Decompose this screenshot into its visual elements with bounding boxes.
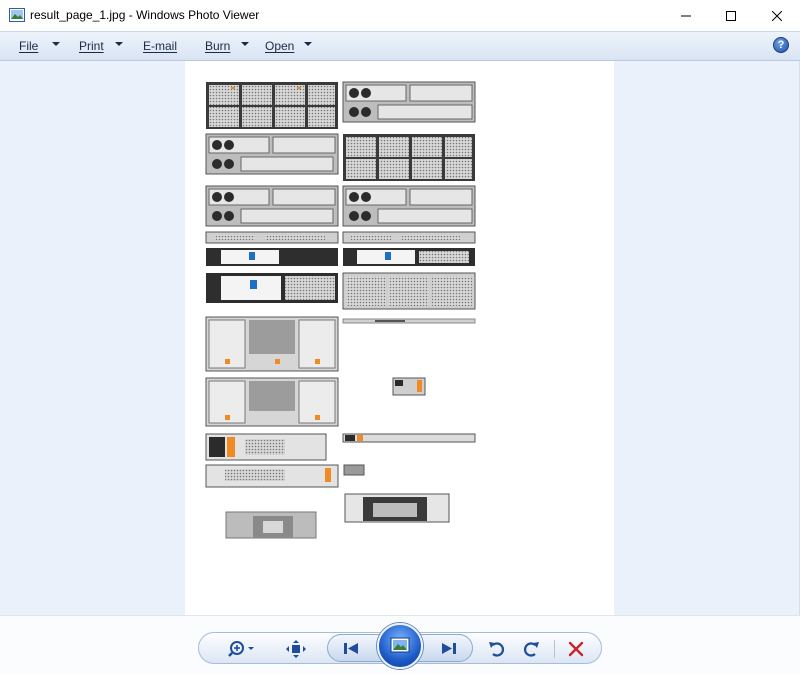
transceiver-closeup-a <box>225 511 317 539</box>
bottom-toolbar <box>0 615 800 674</box>
previous-icon <box>344 643 358 654</box>
slideshow-icon <box>390 637 410 653</box>
chassis-1u-strip-b <box>342 231 476 244</box>
actual-size-icon <box>286 640 306 658</box>
help-icon: ? <box>777 39 785 51</box>
minimize-button[interactable] <box>663 0 709 31</box>
controller-module-b <box>205 464 339 488</box>
chassis-1u-strip-a <box>205 231 339 244</box>
maximize-icon <box>726 10 736 21</box>
chassis-rear-2u-c <box>342 81 476 123</box>
controller-module-a <box>205 433 327 461</box>
window-title: result_page_1.jpg - Windows Photo Viewer <box>30 8 260 22</box>
image-viewer-area <box>0 61 800 615</box>
switch-1u <box>342 433 476 443</box>
chassis-front-4u-b <box>343 134 475 181</box>
zoom-button[interactable] <box>226 638 258 660</box>
file-dropdown-arrow-icon[interactable] <box>52 42 60 46</box>
drive-shelf-3bay <box>342 272 476 310</box>
next-icon <box>442 643 456 654</box>
displayed-image[interactable] <box>185 61 614 615</box>
menu-open[interactable]: Open <box>265 38 294 54</box>
menu-email[interactable]: E-mail <box>143 38 177 54</box>
slideshow-button[interactable] <box>377 623 423 669</box>
chassis-rear-4u-a <box>205 316 339 372</box>
menu-print[interactable]: Print <box>79 38 104 54</box>
chassis-rear-4u-b <box>205 377 339 427</box>
delete-icon <box>568 641 584 657</box>
minimize-icon <box>681 15 691 16</box>
rotate-ccw-icon <box>489 642 505 657</box>
netapp-shelf-c <box>343 248 475 266</box>
small-module-icon <box>392 377 426 396</box>
open-dropdown-arrow-icon[interactable] <box>304 42 312 46</box>
delete-button[interactable] <box>565 638 587 660</box>
close-icon <box>772 10 782 21</box>
menu-email-label: E-mail <box>143 39 178 53</box>
chassis-rear-2u-d <box>342 185 476 227</box>
rotate-counterclockwise-button[interactable] <box>486 638 508 660</box>
close-button[interactable] <box>754 0 800 31</box>
menu-bar <box>0 31 800 61</box>
burn-dropdown-arrow-icon[interactable] <box>241 42 249 46</box>
netapp-shelf-b <box>206 273 338 303</box>
chassis-rear-2u-b <box>205 185 339 227</box>
menu-burn[interactable]: Burn <box>205 38 230 54</box>
title-bar: result_page_1.jpg - Windows Photo Viewer <box>0 0 800 31</box>
menu-file-label: File <box>19 39 39 53</box>
photo-viewer-window: result_page_1.jpg - Windows Photo Viewer… <box>0 0 800 674</box>
rotate-clockwise-button[interactable] <box>520 638 542 660</box>
photo-viewer-app-icon <box>9 8 25 22</box>
tiny-connector <box>343 464 365 476</box>
menu-open-label: Open <box>265 39 295 53</box>
help-button[interactable]: ? <box>773 37 789 53</box>
netapp-shelf-a <box>206 248 338 266</box>
chassis-front-4u <box>206 82 338 129</box>
menu-file[interactable]: File <box>19 38 38 54</box>
rail-strip <box>342 318 476 324</box>
print-dropdown-arrow-icon[interactable] <box>115 42 123 46</box>
maximize-button[interactable] <box>708 0 754 31</box>
rotate-cw-icon <box>523 642 539 657</box>
toolbar-separator <box>554 640 555 658</box>
transceiver-closeup-b <box>344 493 450 523</box>
menu-print-label: Print <box>79 39 104 53</box>
zoom-icon <box>228 641 254 657</box>
menu-burn-label: Burn <box>205 39 231 53</box>
hardware-diagram-image <box>205 81 476 539</box>
chassis-rear-2u-a <box>205 133 339 175</box>
actual-size-button[interactable] <box>284 638 308 660</box>
